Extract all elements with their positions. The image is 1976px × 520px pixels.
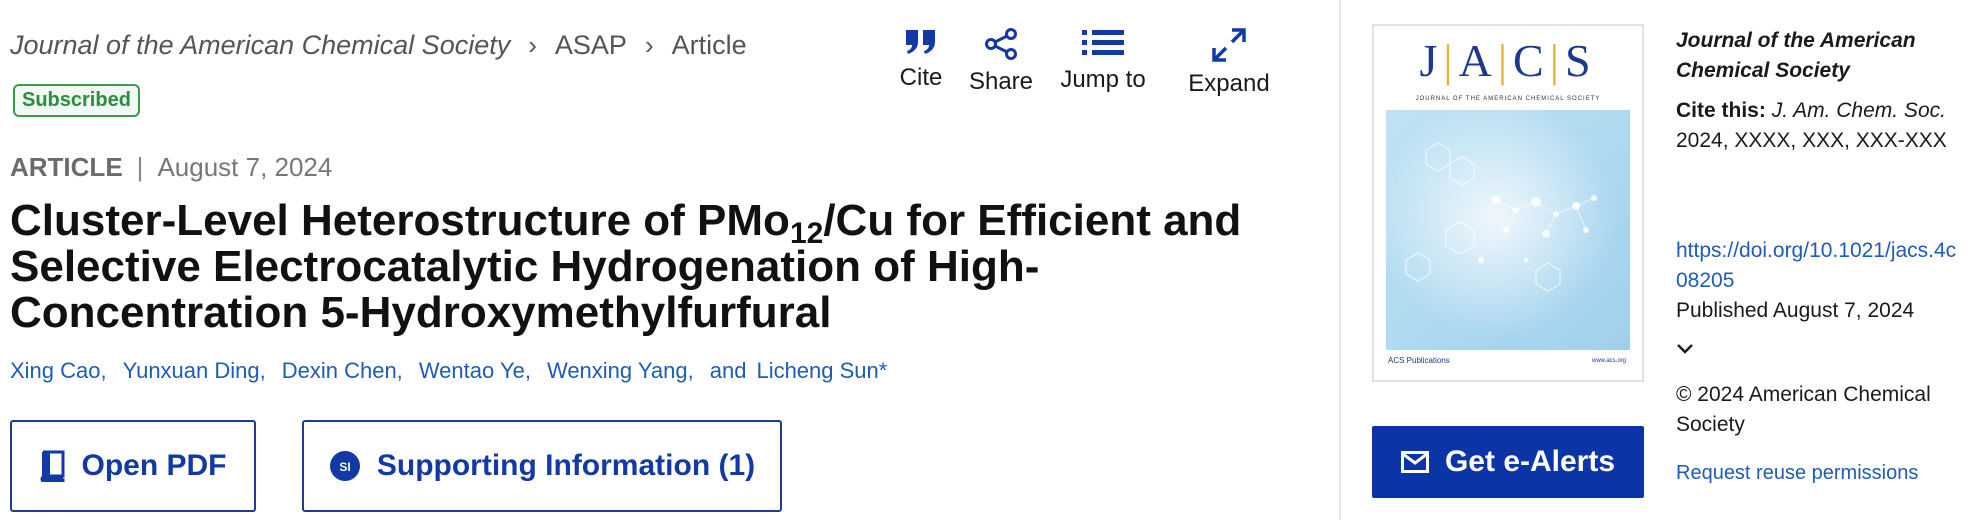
jump-to-label: Jump to [1060, 66, 1146, 93]
meta-divider: | [136, 152, 144, 182]
breadcrumb-article: Article [671, 30, 747, 60]
svg-text:SI: SI [339, 460, 350, 474]
expand-label: Expand [1188, 70, 1270, 97]
reuse-permissions-link[interactable]: Request reuse permissions [1676, 458, 1966, 488]
share-label: Share [968, 68, 1034, 95]
open-pdf-button[interactable]: Open PDF [10, 420, 256, 512]
copyright: © 2024 American Chemical Society [1676, 383, 1931, 436]
article-date: August 7, 2024 [157, 152, 333, 182]
chevron-right-icon: › [528, 30, 537, 60]
cover-site: www.acs.org [1591, 358, 1626, 364]
citation-details: 2024, XXXX, XXX, XXX-XXX [1676, 129, 1947, 152]
published-date: Published August 7, 2024 [1676, 299, 1915, 322]
author-link[interactable]: Wentao Ye, [419, 358, 531, 384]
article-type: ARTICLE [10, 152, 123, 182]
journal-cover-image[interactable]: J|A|C|S JOURNAL OF THE AMERICAN CHEMICAL… [1372, 24, 1644, 382]
author-link[interactable]: Licheng Sun* [756, 358, 887, 384]
article-title: Cluster-Level Heterostructure of PMo12/C… [10, 196, 1242, 337]
author-list: Xing Cao, Yunxuan Ding, Dexin Chen, Went… [10, 358, 887, 384]
open-pdf-label: Open PDF [81, 449, 227, 482]
cite-label: Cite [899, 64, 943, 91]
article-meta: ARTICLE | August 7, 2024 [10, 152, 332, 183]
si-icon: SI [329, 450, 361, 482]
breadcrumb-asap-link[interactable]: ASAP [555, 30, 627, 61]
book-icon [39, 450, 65, 482]
column-divider [1339, 0, 1341, 520]
share-button[interactable]: Share [946, 28, 1056, 96]
author-link[interactable]: Wenxing Yang, [547, 358, 694, 384]
author-link[interactable]: Yunxuan Ding, [123, 358, 266, 384]
quote-icon [906, 30, 935, 54]
list-icon [1082, 30, 1124, 55]
cover-subtitle: JOURNAL OF THE AMERICAN CHEMICAL SOCIETY [1415, 96, 1601, 102]
get-e-alerts-button[interactable]: Get e-Alerts [1372, 426, 1644, 498]
chevron-right-icon: › [644, 30, 654, 60]
envelope-icon [1400, 451, 1429, 473]
cover-artwork [1386, 110, 1630, 350]
get-e-alerts-label: Get e-Alerts [1444, 445, 1616, 478]
side-journal-title: Journal of the American Chemical Society [1676, 29, 1916, 82]
journal-abbreviation: J. Am. Chem. Soc. [1771, 99, 1946, 122]
subscribed-badge: Subscribed [13, 84, 140, 117]
jump-to-button[interactable]: Jump to [1048, 28, 1158, 94]
cover-publisher: ACS Publications [1388, 356, 1450, 365]
author-link[interactable]: Xing Cao, [10, 358, 107, 384]
chevron-down-icon[interactable] [1676, 334, 1966, 364]
cover-logo: J|A|C|S [1419, 35, 1597, 86]
cite-this: Cite this: J. Am. Chem. Soc. 2024, XXXX,… [1676, 96, 1966, 156]
share-icon [985, 28, 1017, 60]
cite-this-label: Cite this: [1676, 99, 1766, 122]
doi-link[interactable]: https://doi.org/10.1021/jacs.4c08205 [1676, 236, 1966, 296]
breadcrumb-journal-link[interactable]: Journal of the American Chemical Society [10, 30, 510, 61]
supporting-information-button[interactable]: SI Supporting Information (1) [302, 420, 782, 512]
supporting-information-label: Supporting Information (1) [376, 449, 756, 482]
expand-icon [1212, 28, 1246, 62]
breadcrumb: Journal of the American Chemical Society… [10, 30, 747, 61]
expand-button[interactable]: Expand [1174, 28, 1284, 98]
author-and: and [709, 358, 747, 383]
author-link[interactable]: Dexin Chen, [282, 358, 403, 384]
